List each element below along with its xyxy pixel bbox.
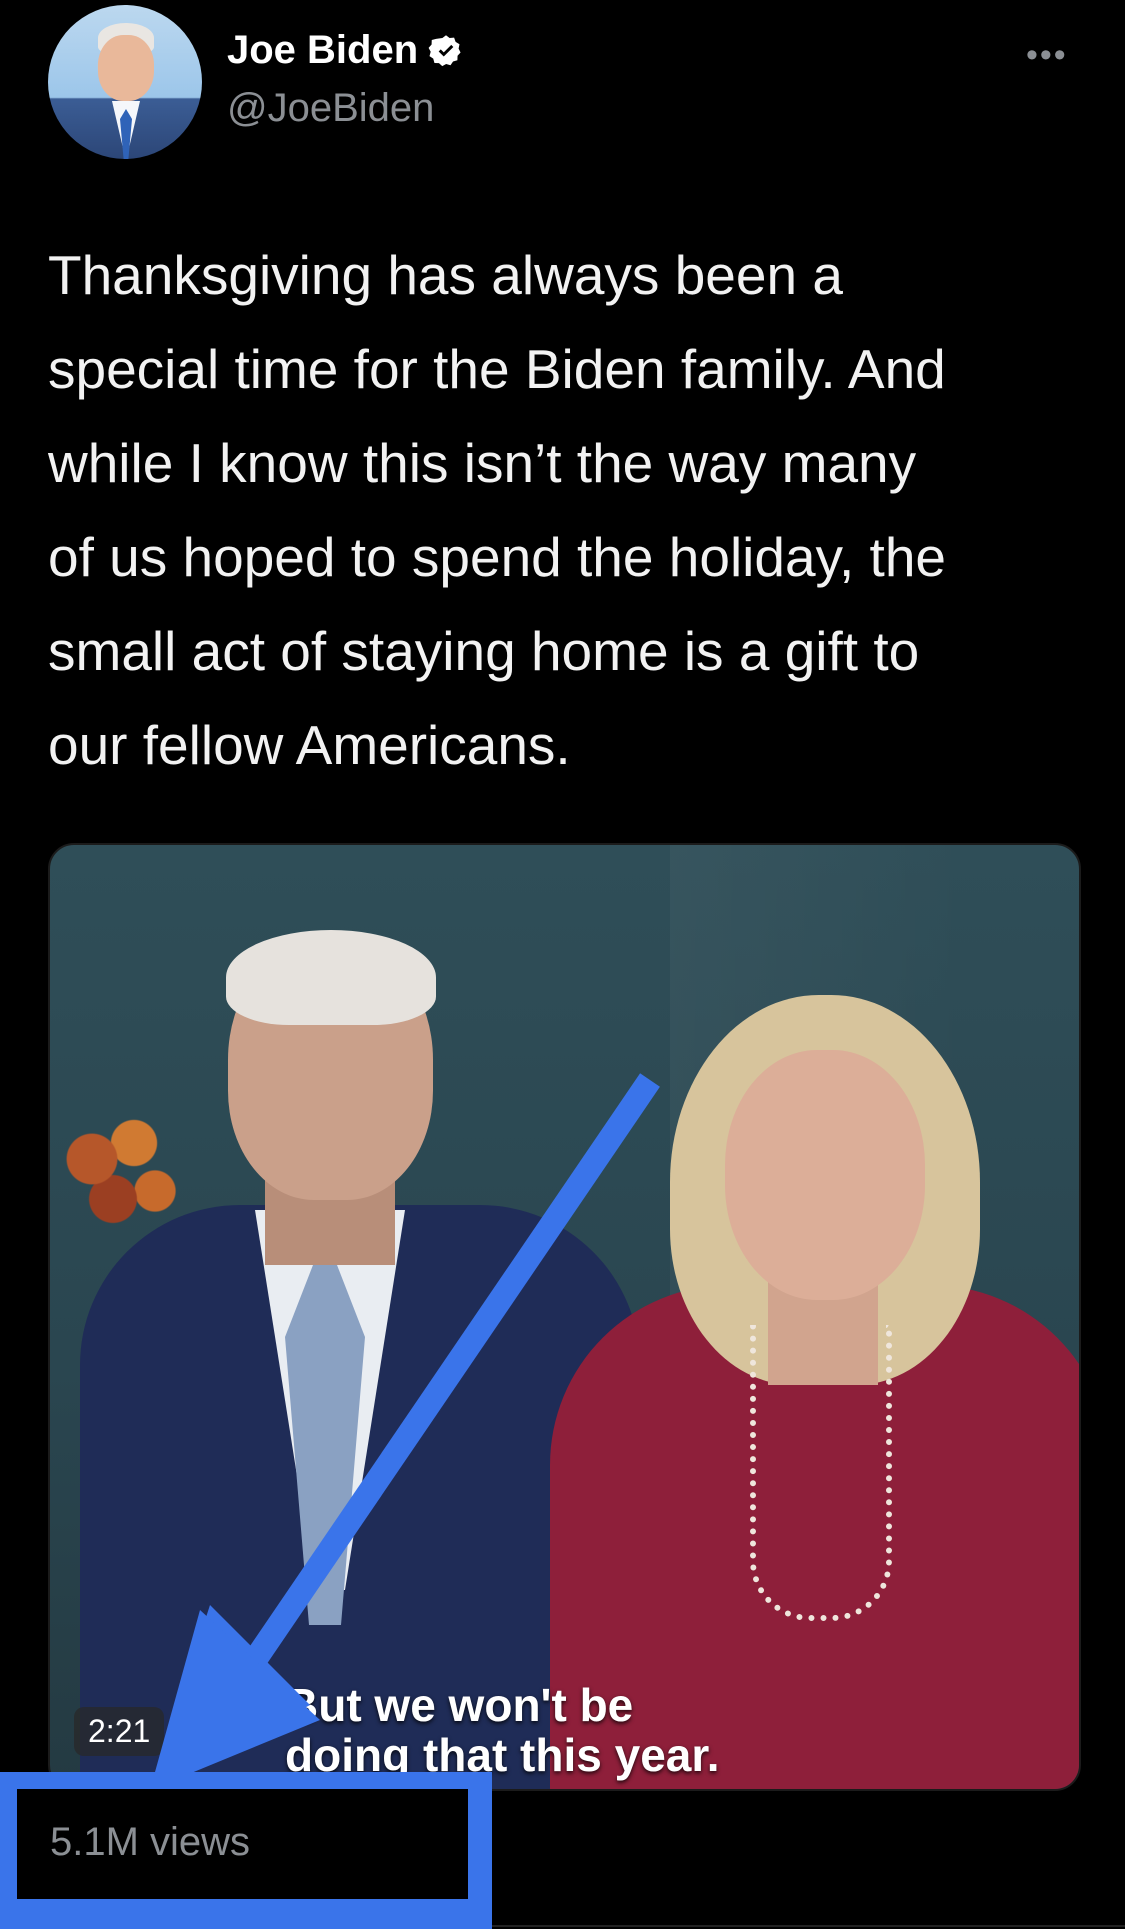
divider bbox=[492, 1925, 1125, 1927]
author-handle[interactable]: @JoeBiden bbox=[227, 86, 434, 131]
view-count: 5.1M views bbox=[50, 1820, 251, 1864]
tweet-text: Thanksgiving has always been a special t… bbox=[48, 244, 946, 776]
video-subtitle: But we won't be doing that this year. bbox=[285, 1679, 720, 1781]
author-name-row[interactable]: Joe Biden bbox=[227, 28, 464, 73]
more-options-icon[interactable]: ••• bbox=[1026, 36, 1068, 75]
avatar-tie bbox=[120, 109, 132, 159]
video-duration-badge: 2:21 bbox=[74, 1707, 165, 1756]
avatar[interactable] bbox=[48, 5, 202, 159]
pearl-necklace bbox=[750, 1325, 892, 1621]
author-name[interactable]: Joe Biden bbox=[227, 28, 418, 73]
avatar-face bbox=[98, 35, 154, 101]
video-player[interactable]: But we won't be doing that this year. 2:… bbox=[48, 843, 1081, 1791]
woman-face bbox=[725, 1050, 925, 1300]
verified-badge-icon bbox=[428, 34, 461, 66]
man-hair bbox=[226, 930, 436, 1025]
